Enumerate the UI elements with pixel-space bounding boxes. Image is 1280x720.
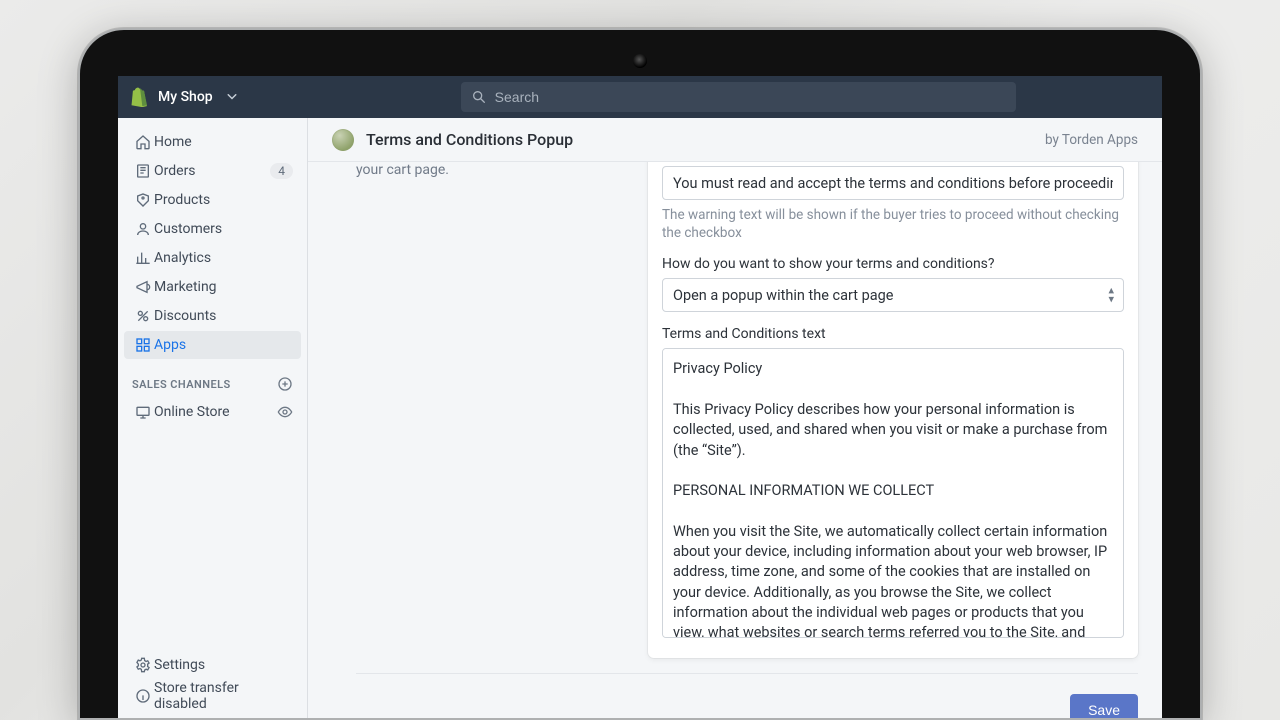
field-warning-text: The warning text will be shown if the bu… [662,166,1124,242]
app-byline: by Torden Apps [1045,132,1138,148]
shop-switcher[interactable]: My Shop [130,87,237,107]
app-icon [332,129,354,151]
divider [356,673,1138,674]
laptop-frame: My Shop Home [78,28,1202,720]
analytics-icon [132,250,154,266]
search-input[interactable] [461,82,1016,112]
section-title-label: SALES CHANNELS [132,378,231,391]
view-store-icon[interactable] [277,404,293,420]
nav-label: Orders [154,163,270,179]
app-screen: My Shop Home [118,76,1162,718]
sidebar-item-home[interactable]: Home [124,128,301,156]
sidebar-item-discounts[interactable]: Discounts [124,302,301,330]
nav-label: Store transfer disabled [154,680,293,712]
tc-textarea[interactable]: Privacy Policy This Privacy Policy descr… [662,348,1124,638]
home-icon [132,134,154,150]
orders-icon [132,163,154,179]
field-show-method: How do you want to show your terms and c… [662,256,1124,312]
nav-label: Settings [154,657,293,673]
sidebar-item-customers[interactable]: Customers [124,215,301,243]
show-method-select[interactable]: Open a popup within the cart page [662,278,1124,312]
field-tc-text: Terms and Conditions text Privacy Policy… [662,326,1124,642]
shop-name: My Shop [158,89,213,105]
products-icon [132,192,154,208]
warning-hint: The warning text will be shown if the bu… [662,206,1124,242]
gear-icon [132,657,154,673]
orders-badge: 4 [270,163,293,179]
show-method-label: How do you want to show your terms and c… [662,256,1124,272]
sidebar-item-settings[interactable]: Settings [124,650,301,680]
marketing-icon [132,279,154,295]
nav-label: Products [154,192,293,208]
sales-channels-header: SALES CHANNELS [118,360,307,398]
channel-label: Online Store [154,404,277,420]
nav-label: Customers [154,221,293,237]
warning-text-input[interactable] [662,166,1124,200]
main-panel: Terms and Conditions Popup by Torden App… [308,118,1162,718]
chevron-down-icon [227,94,237,100]
sidebar-item-store-transfer[interactable]: Store transfer disabled [124,681,301,711]
nav-label: Apps [154,337,293,353]
nav-label: Home [154,134,293,150]
select-caret-icon: ▴▾ [1108,287,1114,304]
online-store-icon [132,404,154,420]
save-button[interactable]: Save [1070,694,1138,718]
add-channel-button[interactable] [277,376,293,392]
channel-online-store[interactable]: Online Store [118,398,307,426]
sidebar-item-orders[interactable]: Orders 4 [124,157,301,185]
sidebar: Home Orders 4 Products Customers [118,118,308,718]
nav-label: Marketing [154,279,293,295]
page-header: Terms and Conditions Popup by Torden App… [308,118,1162,162]
nav-label: Analytics [154,250,293,266]
sidebar-item-analytics[interactable]: Analytics [124,244,301,272]
discounts-icon [132,308,154,324]
sidebar-item-marketing[interactable]: Marketing [124,273,301,301]
helper-text: your cart page. [356,162,449,178]
topbar: My Shop [118,76,1162,118]
camera-dot [633,54,647,68]
apps-icon [132,337,154,353]
search-icon [471,89,487,105]
page-title: Terms and Conditions Popup [366,130,573,149]
nav-label: Discounts [154,308,293,324]
sidebar-item-apps[interactable]: Apps [124,331,301,359]
tc-text-label: Terms and Conditions text [662,326,1124,342]
search-wrap [461,82,1016,112]
content-area: your cart page. The warning text will be… [308,162,1162,718]
customers-icon [132,221,154,237]
info-icon [132,688,154,704]
shopify-logo-icon [130,87,148,107]
settings-card: The warning text will be shown if the bu… [648,162,1138,658]
sidebar-item-products[interactable]: Products [124,186,301,214]
